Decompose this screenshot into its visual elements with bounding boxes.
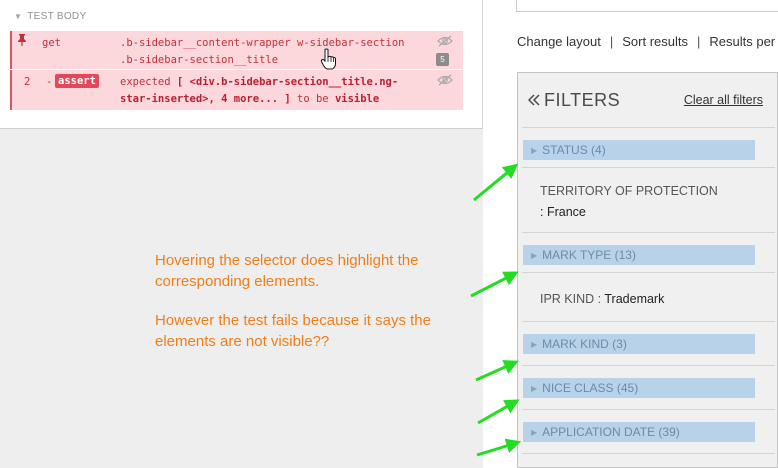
- territory-value: : France: [540, 205, 586, 219]
- test-body-header[interactable]: ▼ TEST BODY: [14, 11, 86, 22]
- territory-label: TERRITORY OF PROTECTION: [540, 184, 718, 198]
- command-row-get[interactable]: get .b-sidebar__content-wrapper w-sideba…: [10, 31, 463, 69]
- change-layout-link[interactable]: Change layout: [517, 34, 601, 49]
- divider: [522, 453, 775, 454]
- assert-message-line-1: expected [ <div.b-sidebar-section__title…: [120, 76, 399, 88]
- expand-triangle-icon: ▶: [531, 384, 538, 393]
- facet-nice-class[interactable]: ▶ NICE CLASS (45): [523, 378, 755, 398]
- sort-results-link[interactable]: Sort results: [622, 34, 688, 49]
- divider: [522, 272, 775, 273]
- divider: [522, 127, 775, 128]
- command-name: get: [42, 37, 61, 49]
- double-chevron-left-icon: [528, 94, 540, 106]
- facet-application-date[interactable]: ▶ APPLICATION DATE (39): [523, 422, 755, 442]
- separator: |: [696, 34, 701, 49]
- facet-mark-kind[interactable]: ▶ MARK KIND (3): [523, 334, 755, 354]
- divider: [522, 409, 775, 410]
- empty-log-area: [0, 128, 483, 468]
- assert-message-line-2: star-inserted>, 4 more... ] to be visibl…: [120, 93, 380, 105]
- hand-cursor-icon: [320, 48, 336, 70]
- annotation-text-1: Hovering the selector does highlight the…: [155, 252, 419, 290]
- eye-slash-icon: [437, 35, 453, 47]
- clear-all-filters-link[interactable]: Clear all filters: [684, 93, 763, 107]
- divider: [522, 321, 775, 322]
- command-row-assert[interactable]: 2 - assert expected [ <div.b-sidebar-sec…: [10, 70, 463, 110]
- ipr-kind-value: Trademark: [604, 292, 665, 306]
- results-toolbar: Change layout | Sort results | Results per: [517, 34, 775, 49]
- divider: [522, 232, 775, 233]
- expand-triangle-icon: ▶: [531, 340, 538, 349]
- filters-title[interactable]: FILTERS: [528, 90, 620, 111]
- collapse-triangle-icon: ▼: [14, 12, 23, 21]
- arrow-icon: [477, 399, 520, 425]
- eye-slash-icon: [437, 74, 453, 86]
- expand-triangle-icon: ▶: [531, 428, 538, 437]
- expand-triangle-icon: ▶: [531, 251, 538, 260]
- command-number: 2: [24, 76, 31, 88]
- assert-badge: assert: [55, 74, 99, 88]
- expand-triangle-icon: ▶: [531, 146, 538, 155]
- facet-status[interactable]: ▶ STATUS (4): [523, 140, 755, 160]
- element-count-badge: 5: [436, 53, 449, 66]
- pin-icon: [18, 34, 26, 46]
- divider: [522, 365, 775, 366]
- top-toolbar-stub: [516, 0, 778, 12]
- facet-mark-type[interactable]: ▶ MARK TYPE (13): [523, 245, 755, 265]
- command-dash: -: [46, 76, 53, 88]
- annotation-text-2: However the test fails because it says t…: [155, 312, 431, 350]
- ipr-kind: IPR KIND : Trademark: [540, 292, 665, 306]
- separator: |: [609, 34, 614, 49]
- selector-line-2: .b-sidebar-section__title: [120, 54, 279, 66]
- cypress-command-log: ▼ TEST BODY get .b-sidebar__content-wrapp…: [0, 0, 483, 128]
- results-per-page-link[interactable]: Results per: [709, 34, 775, 49]
- divider: [522, 167, 775, 168]
- selector-line-1: .b-sidebar__content-wrapper w-sidebar-se…: [120, 37, 405, 49]
- filters-sidebar: FILTERS Clear all filters ▶ STATUS (4) TE…: [517, 72, 778, 468]
